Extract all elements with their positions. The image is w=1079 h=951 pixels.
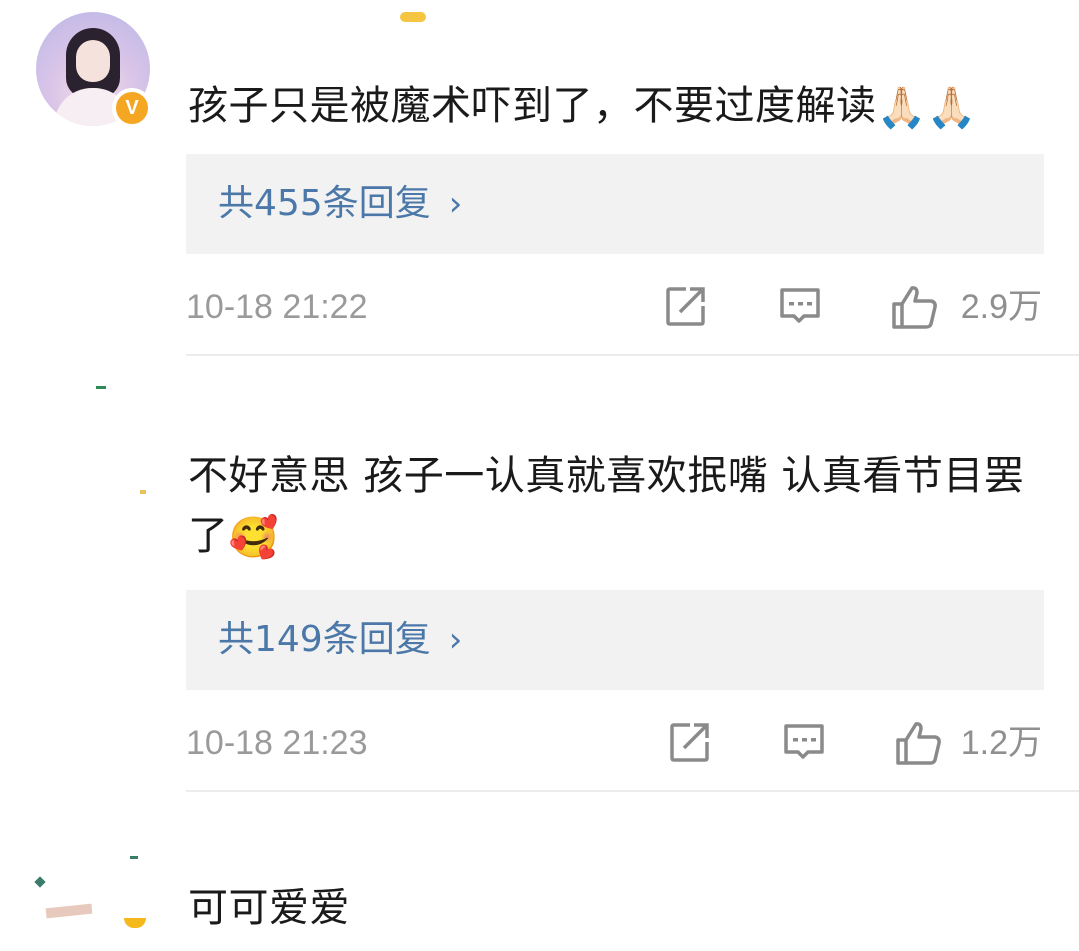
comment-text: 可可爱爱	[188, 878, 1048, 938]
replies-label: 共149条回复	[218, 619, 431, 660]
view-replies-button[interactable]: 共455条回复 ›	[186, 154, 1044, 254]
comment-button[interactable]	[782, 720, 826, 764]
comment-item: 可可爱爱	[0, 792, 1079, 951]
blushing-face-emoji-icon: 🥰	[228, 515, 279, 561]
timestamp: 10-18 21:23	[186, 724, 368, 762]
chevron-right-icon: ›	[448, 620, 463, 660]
like-count: 1.2万	[960, 724, 1042, 762]
avatar[interactable]	[34, 832, 150, 946]
comment-text: 孩子只是被魔术吓到了，不要过度解读🙏🏻🙏🏻	[188, 76, 1048, 138]
comment-meta: 10-18 21:22 2.9万	[186, 282, 1044, 332]
view-replies-button[interactable]: 共149条回复 ›	[186, 590, 1044, 690]
avatar[interactable]: V	[36, 12, 152, 128]
decorative-fleck	[400, 12, 426, 22]
like-button[interactable]	[890, 284, 938, 330]
comment-button[interactable]	[778, 284, 822, 328]
decorative-fleck	[140, 490, 146, 494]
avatar[interactable]	[36, 376, 150, 494]
like-button[interactable]	[894, 720, 942, 766]
decorative-fleck	[96, 386, 106, 389]
thumbs-up-icon	[892, 286, 937, 329]
thumbs-up-icon	[896, 722, 941, 765]
like-count: 2.9万	[960, 288, 1042, 326]
comment-body: 孩子只是被魔术吓到了，不要过度解读	[188, 83, 877, 129]
decorative-fleck	[45, 903, 93, 919]
timestamp: 10-18 21:22	[186, 288, 368, 326]
comment-body: 不好意思 孩子一认真就喜欢抿嘴 认真看节目罢了	[188, 453, 1025, 559]
comment-icon	[780, 288, 820, 323]
comment-feed: V 孩子只是被魔术吓到了，不要过度解读🙏🏻🙏🏻 共455条回复 › 10-18 2…	[0, 0, 1079, 951]
decorative-fleck	[130, 856, 138, 859]
share-icon	[666, 287, 705, 326]
comment-item: 不好意思 孩子一认真就喜欢抿嘴 认真看节目罢了🥰 共149条回复 › 10-18 …	[0, 356, 1079, 792]
comment-meta: 10-18 21:23 1.2万	[186, 718, 1044, 768]
comment-item: V 孩子只是被魔术吓到了，不要过度解读🙏🏻🙏🏻 共455条回复 › 10-18 2…	[0, 0, 1079, 356]
decorative-fleck	[124, 918, 146, 928]
decorative-fleck	[34, 876, 46, 888]
comment-body: 可可爱爱	[188, 885, 350, 931]
share-icon	[670, 723, 709, 762]
share-button[interactable]	[664, 284, 708, 328]
pray-emoji-icon: 🙏🏻🙏🏻	[876, 85, 978, 131]
comment-icon	[784, 724, 824, 759]
replies-label: 共455条回复	[218, 183, 431, 224]
share-button[interactable]	[668, 720, 712, 764]
verified-badge-icon: V	[112, 88, 152, 128]
chevron-right-icon: ›	[448, 184, 463, 224]
comment-text: 不好意思 孩子一认真就喜欢抿嘴 认真看节目罢了🥰	[188, 446, 1048, 568]
